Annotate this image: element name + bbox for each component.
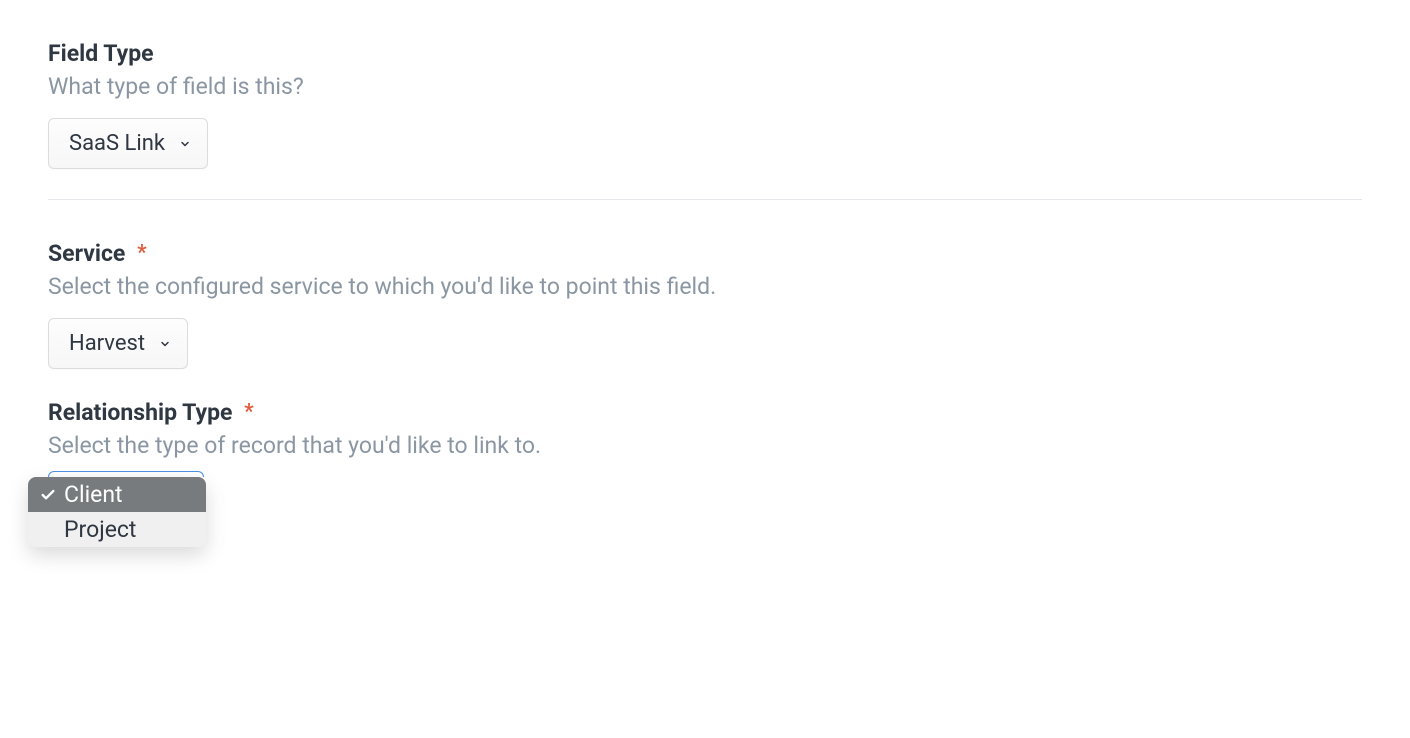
chevron-down-icon xyxy=(159,338,171,350)
option-text: Project xyxy=(64,516,186,543)
dropdown-option-project[interactable]: Project xyxy=(28,512,206,547)
service-label: Service * xyxy=(48,240,1362,267)
field-type-description: What type of field is this? xyxy=(48,73,1362,100)
service-description: Select the configured service to which y… xyxy=(48,273,1362,300)
required-asterisk-icon: * xyxy=(244,400,254,424)
relationship-type-label: Relationship Type * xyxy=(48,399,1362,426)
service-select[interactable]: Harvest xyxy=(48,318,188,369)
field-type-label: Field Type xyxy=(48,40,1362,67)
required-asterisk-icon: * xyxy=(137,241,147,265)
dropdown-list: Client Project xyxy=(28,477,206,547)
service-group: Service * Select the configured service … xyxy=(48,240,1362,369)
relationship-type-label-text: Relationship Type xyxy=(48,399,232,426)
section-divider xyxy=(48,199,1362,200)
option-text: Client xyxy=(64,481,186,508)
service-value: Harvest xyxy=(69,331,145,356)
relationship-type-description: Select the type of record that you'd lik… xyxy=(48,432,1362,459)
field-type-value: SaaS Link xyxy=(69,131,165,156)
chevron-down-icon xyxy=(179,138,191,150)
field-type-select[interactable]: SaaS Link xyxy=(48,118,208,169)
dropdown-option-client[interactable]: Client xyxy=(28,477,206,512)
field-type-group: Field Type What type of field is this? S… xyxy=(48,40,1362,169)
service-label-text: Service xyxy=(48,240,125,267)
relationship-type-group: Relationship Type * Select the type of r… xyxy=(48,399,1362,459)
check-icon xyxy=(38,487,58,503)
